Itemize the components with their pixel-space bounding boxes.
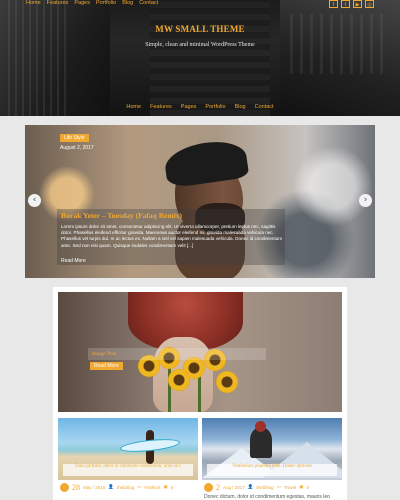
site-description: Simple, clean and minimal WordPress Them… (145, 42, 255, 48)
chevron-left-icon[interactable]: ‹ (28, 194, 41, 207)
post-category[interactable]: Fashion (144, 485, 160, 490)
featured-slider: Life Style August 2, 2017 Burak Yeter – … (25, 125, 375, 278)
post-day: 28 (72, 482, 80, 492)
site-title[interactable]: MW SMALL THEME (0, 24, 400, 34)
post-author[interactable]: thebblog (117, 485, 134, 490)
main-nav-features[interactable]: Features (150, 104, 172, 110)
top-nav-home[interactable]: Home (26, 0, 41, 6)
slide-date: August 2, 2017 (60, 145, 94, 151)
comment-icon: ▣ (299, 484, 304, 489)
main-nav: Home Features Pages Portfolio Blog Conta… (0, 104, 400, 110)
post-excerpt: Donec dictum, dolor id condimentum egest… (204, 494, 330, 500)
slide-excerpt: Lorem ipsum dolor sit amet, consectetur … (61, 224, 283, 248)
youtube-icon[interactable]: ▶ (353, 0, 362, 8)
top-nav-pages[interactable]: Pages (74, 0, 90, 6)
featured-post: Image Post Read More (58, 292, 342, 412)
user-icon: 👤 (108, 484, 114, 489)
post-month: Aug / 2017 (223, 484, 245, 490)
post-meta: 2 Aug / 2017 👤 thebblog ▭ Travel ▣ 0 (204, 482, 342, 492)
twitter-icon[interactable]: t (341, 0, 350, 8)
post-card: Duis porttitor, dolor in commodo vestibu… (58, 418, 198, 500)
post-month: May / 2016 (83, 484, 106, 490)
slide-title[interactable]: Burak Yeter – Tuesday (Fafaq Remix) (61, 211, 182, 220)
date-icon (204, 482, 213, 492)
top-nav-contact[interactable]: Contact (139, 0, 158, 6)
read-more-button[interactable]: Read More (90, 362, 123, 370)
social-links: f t ▶ ◎ (329, 0, 374, 8)
site-header: Home Features Pages Portfolio Blog Conta… (0, 0, 400, 116)
top-nav-portfolio[interactable]: Portfolio (96, 0, 116, 6)
main-nav-blog[interactable]: Blog (235, 104, 246, 110)
top-nav-blog[interactable]: Blog (122, 0, 133, 6)
post-meta: 28 May / 2016 👤 thebblog ▭ Fashion ▣ 0 (60, 482, 198, 492)
category-badge[interactable]: Life Style (60, 134, 89, 142)
slide-read-more-link[interactable]: Read More (61, 258, 86, 264)
folder-icon: ▭ (137, 484, 142, 489)
comment-icon: ▣ (163, 484, 168, 489)
post-comments[interactable]: 0 (307, 485, 310, 490)
post-author[interactable]: thebblog (256, 485, 273, 490)
top-nav-features[interactable]: Features (47, 0, 69, 6)
date-icon (60, 482, 69, 492)
post-list: Image Post Read More Duis porttitor, dol… (53, 287, 347, 500)
post-title[interactable]: Duis porttitor, dolor in commodo vestibu… (66, 464, 190, 470)
post-card: Vestibulum pharetra nibh. Donec ultricie… (202, 418, 342, 500)
main-nav-home[interactable]: Home (126, 104, 141, 110)
post-title[interactable]: Vestibulum pharetra nibh. Donec ultricie… (210, 464, 334, 470)
top-nav: Home Features Pages Portfolio Blog Conta… (26, 0, 158, 6)
facebook-icon[interactable]: f (329, 0, 338, 8)
chevron-right-icon[interactable]: › (359, 194, 372, 207)
main-nav-portfolio[interactable]: Portfolio (205, 104, 225, 110)
post-comments[interactable]: 0 (171, 485, 174, 490)
featured-post-title[interactable]: Image Post (92, 351, 117, 357)
user-icon: 👤 (247, 484, 254, 489)
main-nav-contact[interactable]: Contact (255, 104, 274, 110)
folder-icon: ▭ (276, 484, 281, 489)
instagram-icon[interactable]: ◎ (365, 0, 374, 8)
post-day: 2 (216, 482, 220, 492)
post-category[interactable]: Travel (284, 485, 296, 490)
main-nav-pages[interactable]: Pages (181, 104, 197, 110)
